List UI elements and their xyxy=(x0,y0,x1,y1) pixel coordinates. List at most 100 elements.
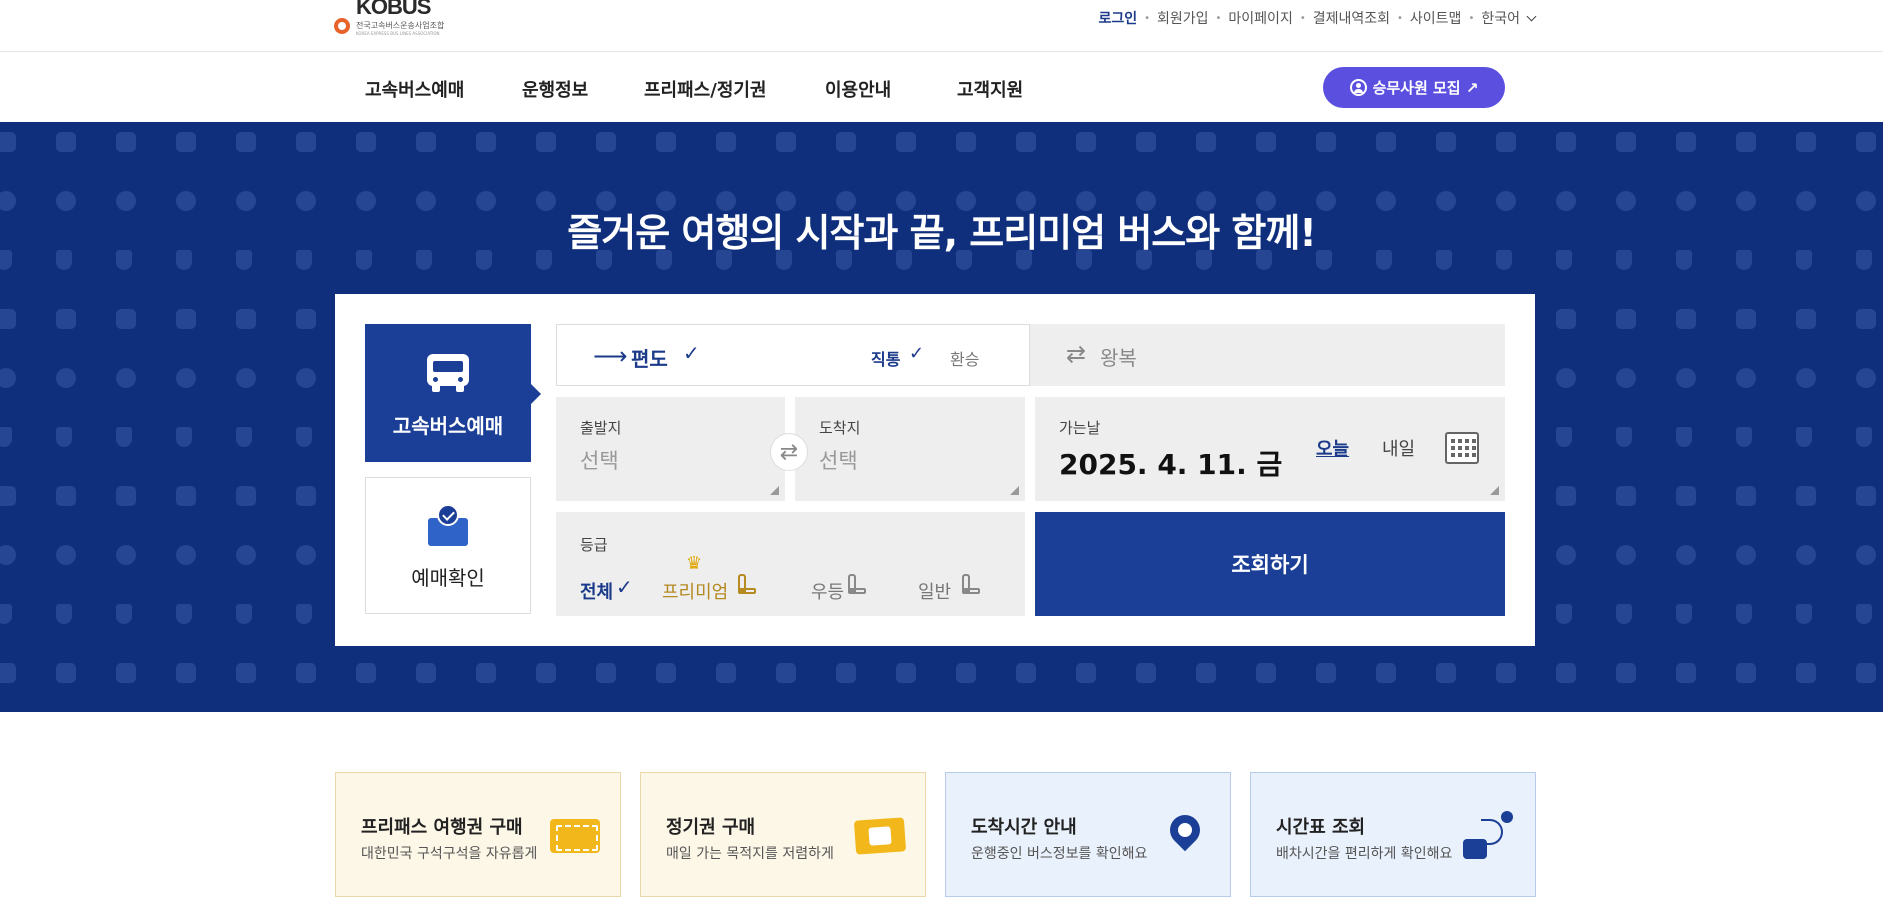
pattern-travel-icon xyxy=(56,604,72,624)
pattern-travel-icon xyxy=(896,663,916,683)
kobus-logo[interactable]: KOBUS 전국고속버스운송사업조합 KOREA EXPRESS BUS LIN… xyxy=(334,0,454,40)
nav-item-express-reserve[interactable]: 고속버스예매 xyxy=(365,76,464,102)
pattern-travel-icon xyxy=(1736,663,1756,683)
grade-all-option[interactable]: 전체 xyxy=(580,578,613,604)
date-field[interactable]: 가는날 2025. 4. 11. 금 xyxy=(1035,397,1505,501)
separator: • xyxy=(1144,12,1150,24)
direct-option[interactable]: 직통 xyxy=(871,346,900,370)
pattern-travel-icon xyxy=(1676,604,1692,624)
signup-link[interactable]: 회원가입 xyxy=(1157,8,1209,28)
tomorrow-button[interactable]: 내일 xyxy=(1382,435,1415,461)
card-freepass[interactable]: 프리패스 여행권 구매 대한민국 구석구석을 자유롭게 xyxy=(335,772,621,897)
pattern-travel-icon xyxy=(236,132,256,152)
pattern-travel-icon xyxy=(1436,132,1456,152)
pattern-travel-icon xyxy=(1076,132,1096,152)
pattern-travel-icon xyxy=(0,486,16,506)
logo-word: KOBUS xyxy=(356,0,431,19)
recruit-button[interactable]: 승무사원 모집 ↗ xyxy=(1323,67,1505,108)
tab-reservation-check[interactable]: 예매확인 xyxy=(365,477,531,614)
nav-item-freepass[interactable]: 프리패스/정기권 xyxy=(644,76,767,102)
pattern-travel-icon xyxy=(416,663,436,683)
roundtrip-option[interactable]: ⇄ 왕복 xyxy=(1030,324,1505,386)
pattern-travel-icon xyxy=(296,663,316,683)
login-link[interactable]: 로그인 xyxy=(1098,8,1137,28)
location-pin-icon xyxy=(1163,808,1207,852)
pattern-travel-icon xyxy=(1736,545,1756,565)
crown-icon: ♛ xyxy=(686,553,703,574)
pattern-travel-icon xyxy=(536,663,556,683)
card-timetable[interactable]: 시간표 조회 배차시간을 편리하게 확인해요 xyxy=(1250,772,1536,897)
language-selector[interactable]: 한국어 xyxy=(1481,8,1537,28)
seat-icon xyxy=(736,574,760,596)
card-arrival-time[interactable]: 도착시간 안내 운행중인 버스정보를 확인해요 xyxy=(945,772,1231,897)
check-icon: ✓ xyxy=(616,575,633,599)
mypage-link[interactable]: 마이페이지 xyxy=(1228,8,1292,28)
language-label: 한국어 xyxy=(1481,11,1520,27)
sitemap-link[interactable]: 사이트맵 xyxy=(1410,8,1462,28)
pattern-travel-icon xyxy=(0,663,16,683)
pattern-travel-icon xyxy=(176,309,196,329)
bus-icon xyxy=(427,354,469,392)
pattern-travel-icon xyxy=(1736,604,1752,624)
logo-subtitle-en: KOREA EXPRESS BUS LINES ASSOCIATION xyxy=(356,31,440,36)
payment-history-link[interactable]: 결제내역조회 xyxy=(1313,8,1390,28)
card-description: 배차시간을 편리하게 확인해요 xyxy=(1276,846,1453,862)
pattern-travel-icon xyxy=(1616,427,1632,447)
pattern-travel-icon xyxy=(1376,663,1396,683)
pattern-travel-icon xyxy=(0,545,16,565)
pattern-travel-icon xyxy=(1616,132,1636,152)
arrival-caption: 도착지 xyxy=(819,419,861,437)
pattern-travel-icon xyxy=(116,486,136,506)
swap-locations-button[interactable]: ⇄ xyxy=(770,433,808,471)
today-button[interactable]: 오늘 xyxy=(1316,435,1349,461)
pattern-travel-icon xyxy=(236,545,256,565)
pattern-travel-icon xyxy=(1376,132,1396,152)
grade-normal-option[interactable]: 일반 xyxy=(918,578,951,604)
pattern-travel-icon xyxy=(1736,309,1756,329)
pattern-travel-icon xyxy=(1796,427,1812,447)
pattern-travel-icon xyxy=(0,604,12,624)
pattern-travel-icon xyxy=(116,309,136,329)
pattern-travel-icon xyxy=(1856,368,1876,388)
pattern-travel-icon xyxy=(176,486,196,506)
arrow-right-icon: ⟶ xyxy=(593,342,628,370)
oneway-option[interactable]: ⟶ 편도 ✓ 직통 ✓ 환승 xyxy=(556,324,1030,386)
pattern-travel-icon xyxy=(1796,368,1816,388)
nav-item-support[interactable]: 고객지원 xyxy=(957,76,1023,102)
pattern-travel-icon xyxy=(176,427,192,447)
pattern-travel-icon xyxy=(1496,663,1516,683)
departure-field[interactable]: 출발지 선택 xyxy=(556,397,785,501)
calendar-icon[interactable] xyxy=(1445,432,1479,464)
pattern-travel-icon xyxy=(1076,663,1096,683)
pattern-travel-icon xyxy=(236,604,252,624)
tab-express-reserve-label: 고속버스예매 xyxy=(392,414,504,438)
card-commuter-pass[interactable]: 정기권 구매 매일 가는 목적지를 저렴하게 xyxy=(640,772,926,897)
pattern-travel-icon xyxy=(236,309,256,329)
date-value: 2025. 4. 11. 금 xyxy=(1059,448,1283,481)
nav-item-operation-info[interactable]: 운행정보 xyxy=(522,76,588,102)
top-bar: KOBUS 전국고속버스운송사업조합 KOREA EXPRESS BUS LIN… xyxy=(0,0,1883,52)
pattern-travel-icon xyxy=(116,604,132,624)
grade-first-class-option[interactable]: 우등 xyxy=(811,578,844,604)
grade-premium-option[interactable]: 프리미엄 xyxy=(662,578,728,604)
pattern-travel-icon xyxy=(1556,663,1576,683)
transfer-option[interactable]: 환승 xyxy=(950,346,979,370)
search-button[interactable]: 조회하기 xyxy=(1035,512,1505,616)
chevron-down-icon xyxy=(1526,11,1537,21)
pattern-travel-icon xyxy=(1676,486,1696,506)
nav-item-guide[interactable]: 이용안내 xyxy=(825,76,891,102)
pattern-travel-icon xyxy=(56,309,76,329)
pattern-travel-icon xyxy=(1856,309,1876,329)
card-description: 매일 가는 목적지를 저렴하게 xyxy=(666,846,834,862)
arrival-field[interactable]: 도착지 선택 xyxy=(795,397,1025,501)
pattern-travel-icon xyxy=(236,368,256,388)
tab-express-reserve[interactable]: 고속버스예매 xyxy=(365,324,541,462)
pattern-travel-icon xyxy=(116,132,136,152)
hero-title: 즐거운 여행의 시작과 끝, 프리미엄 버스와 함께! xyxy=(567,211,1316,255)
pattern-travel-icon xyxy=(416,132,436,152)
pattern-travel-icon xyxy=(236,663,256,683)
grade-caption: 등급 xyxy=(580,536,608,554)
pattern-travel-icon xyxy=(1736,368,1756,388)
trip-type-row: ⟶ 편도 ✓ 직통 ✓ 환승 ⇄ 왕복 xyxy=(556,324,1505,386)
swap-arrows-icon: ⇄ xyxy=(1066,340,1087,368)
